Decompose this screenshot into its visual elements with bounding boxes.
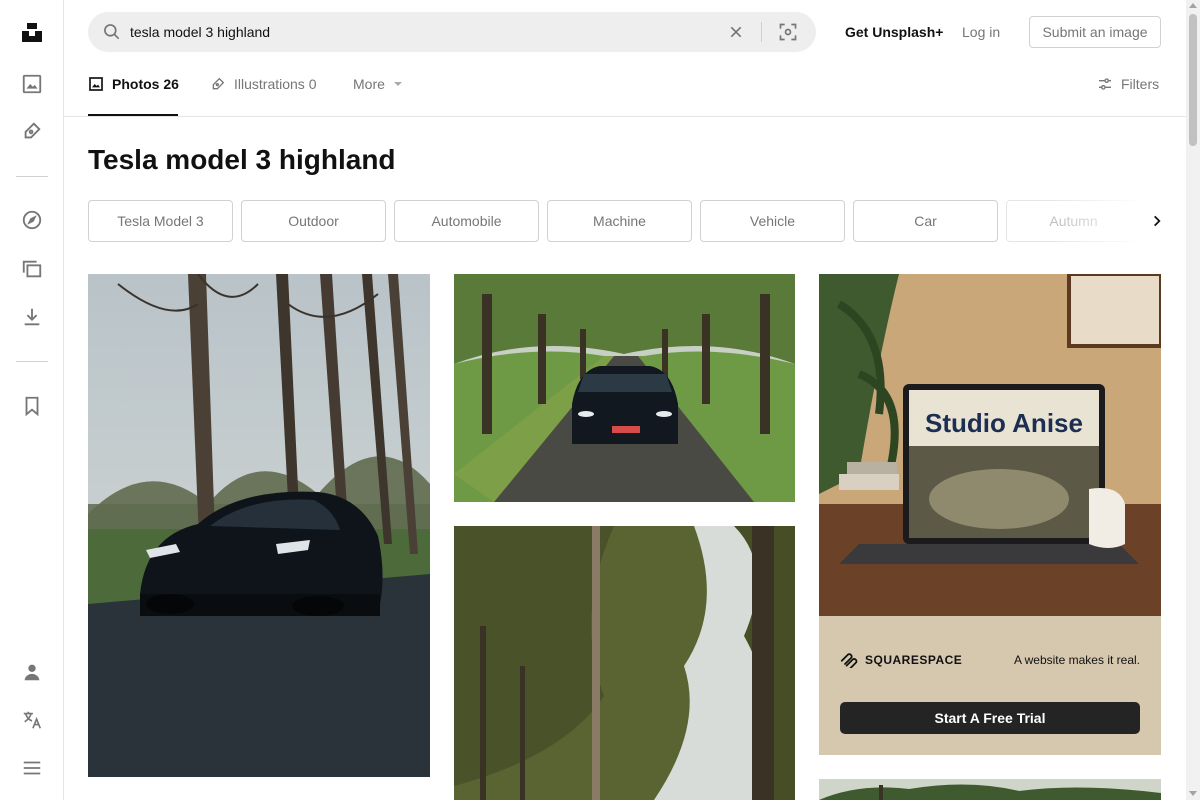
photo-next-preview[interactable] bbox=[819, 779, 1161, 800]
bookmark-icon[interactable] bbox=[20, 394, 44, 418]
illustrations-tab-icon bbox=[212, 77, 225, 90]
related-chip[interactable]: Outdoor bbox=[241, 200, 386, 242]
related-chip[interactable]: Machine bbox=[547, 200, 692, 242]
unsplash-logo-icon[interactable] bbox=[20, 20, 44, 44]
squarespace-logo-icon bbox=[840, 653, 858, 668]
scroll-down-arrow[interactable] bbox=[1189, 791, 1197, 796]
illustrations-pen-icon[interactable] bbox=[20, 119, 44, 143]
filters-icon bbox=[1099, 78, 1111, 90]
tabs-divider bbox=[64, 116, 1186, 117]
tab-illustrations-count: 0 bbox=[308, 76, 317, 92]
photos-icon[interactable] bbox=[20, 72, 44, 96]
photos-tab-icon bbox=[89, 77, 103, 91]
left-rail bbox=[0, 0, 64, 800]
submit-image-button[interactable]: Submit an image bbox=[1029, 16, 1161, 48]
tab-photos-label: Photos bbox=[112, 76, 160, 92]
collections-icon[interactable] bbox=[20, 257, 44, 281]
ad-tagline: A website makes it real. bbox=[1013, 653, 1140, 667]
chevron-right-icon[interactable] bbox=[1146, 210, 1168, 232]
menu-icon[interactable] bbox=[20, 756, 44, 780]
filters-button[interactable]: Filters bbox=[1097, 75, 1159, 93]
tab-illustrations[interactable]: Illustrations 0 bbox=[210, 75, 317, 93]
ad-brand: SQUARESPACE bbox=[839, 652, 962, 668]
tab-more-label: More bbox=[353, 76, 385, 92]
related-chip[interactable]: Automobile bbox=[394, 200, 539, 242]
sponsored-ad[interactable]: Studio Anise SQUARESPACE A website makes… bbox=[819, 274, 1161, 755]
photo-tesla-tree-lane[interactable] bbox=[454, 274, 795, 502]
related-chip[interactable]: Car bbox=[853, 200, 998, 242]
related-chip[interactable]: Tesla Model 3 bbox=[88, 200, 233, 242]
search-input[interactable] bbox=[130, 20, 690, 44]
chips-fade-overlay bbox=[1050, 198, 1160, 244]
tab-photos-count: 26 bbox=[163, 76, 179, 92]
ad-brand-name: SQUARESPACE bbox=[865, 653, 963, 667]
search-bar bbox=[88, 12, 816, 52]
search-divider bbox=[761, 22, 762, 42]
visual-search-icon[interactable] bbox=[778, 22, 798, 47]
filters-label: Filters bbox=[1121, 76, 1160, 92]
rail-divider bbox=[16, 361, 48, 362]
tab-photos[interactable]: Photos 26 bbox=[88, 75, 179, 93]
clear-search-icon[interactable] bbox=[728, 24, 744, 45]
photo-autumn-trees[interactable] bbox=[454, 526, 795, 800]
related-chip[interactable]: Vehicle bbox=[700, 200, 845, 242]
scrollbar-thumb[interactable] bbox=[1189, 14, 1197, 146]
ad-image: Studio Anise bbox=[819, 274, 1161, 616]
page-title: Tesla model 3 highland bbox=[88, 144, 396, 175]
chevron-down-icon bbox=[393, 82, 402, 86]
search-icon[interactable] bbox=[102, 22, 122, 47]
tab-illustrations-label: Illustrations bbox=[234, 76, 305, 92]
get-unsplash-plus-link[interactable]: Get Unsplash+ bbox=[845, 24, 943, 40]
explore-compass-icon[interactable] bbox=[20, 208, 44, 232]
language-icon[interactable] bbox=[20, 708, 44, 732]
ad-screen-title: Studio Anise bbox=[925, 408, 1083, 438]
photo-tesla-road[interactable] bbox=[88, 274, 430, 777]
rail-divider bbox=[16, 176, 48, 177]
login-link[interactable]: Log in bbox=[962, 24, 1000, 40]
start-free-trial-button[interactable]: Start A Free Trial bbox=[840, 702, 1140, 734]
download-icon[interactable] bbox=[20, 305, 44, 329]
scroll-up-arrow[interactable] bbox=[1189, 3, 1197, 8]
account-icon[interactable] bbox=[20, 660, 44, 684]
tab-more[interactable]: More bbox=[353, 75, 403, 93]
